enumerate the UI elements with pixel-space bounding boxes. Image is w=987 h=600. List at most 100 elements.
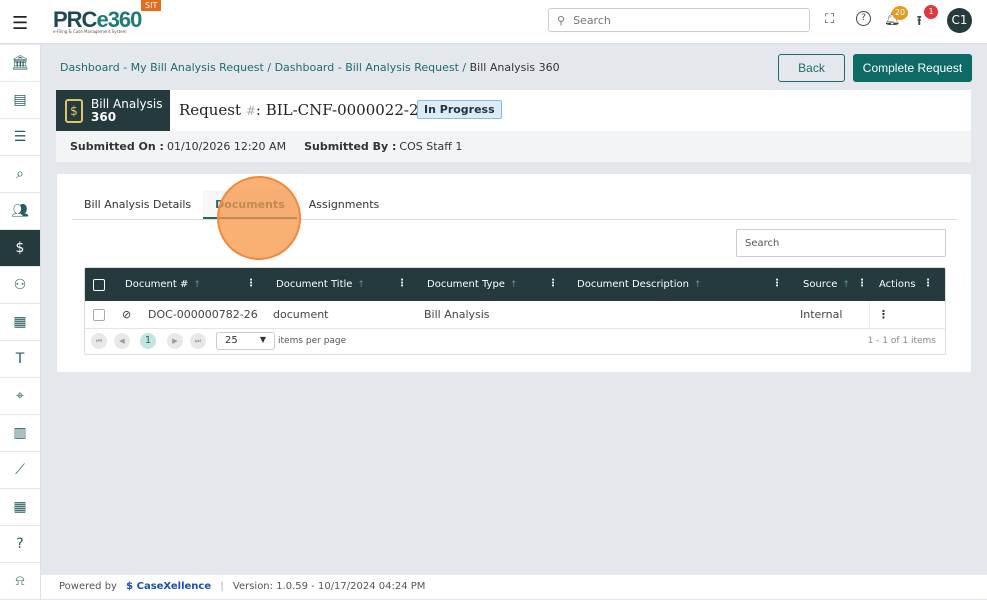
col-document-no[interactable]: Document # ↑ — [125, 268, 201, 301]
col-actions: Actions — [879, 268, 916, 301]
logo-tagline: e-Filing & Case Management System — [53, 29, 127, 34]
cell-document-type: Bill Analysis — [424, 308, 490, 321]
users-icon[interactable]: 👥︎ — [0, 193, 40, 230]
breadcrumb-current: Bill Analysis 360 — [469, 61, 560, 74]
col-label: Document Title — [276, 279, 353, 290]
bank-icon[interactable]: 🏛︎ — [0, 45, 40, 82]
menu-icon[interactable]: ☰ — [12, 13, 28, 34]
module-number: 360 — [91, 109, 117, 124]
sort-arrow-icon: ↑ — [842, 279, 850, 290]
bill-document-icon[interactable]: $ — [0, 230, 40, 267]
text-box-icon[interactable]: T — [0, 341, 40, 378]
alarm-icon[interactable]: ⍾ — [0, 563, 40, 600]
chevron-down-icon: ▼ — [259, 335, 266, 344]
help-doc-icon[interactable]: ? — [0, 526, 40, 563]
submitted-on-label: Submitted On : — [70, 140, 164, 153]
page-size-value: 25 — [225, 335, 238, 346]
module-badge: $ Bill Analysis 360 — [56, 90, 170, 131]
version-text: Version: 1.0.59 - 10/17/2024 04:24 PM — [232, 581, 426, 592]
document-icon[interactable]: ▤ — [0, 82, 40, 119]
chart-icon[interactable]: ⟋ — [0, 452, 40, 489]
prev-page-icon[interactable]: ◀ — [114, 333, 130, 349]
breadcrumb-my-bill-analysis[interactable]: Dashboard - My Bill Analysis Request — [60, 61, 264, 74]
pager: ⏮ ◀ 1 ▶ ⏭ 25 ▼ items per page 1 - 1 of 1 … — [85, 329, 945, 354]
first-page-icon[interactable]: ⏮ — [91, 333, 107, 349]
sort-arrow-icon: ↑ — [509, 279, 518, 290]
request-label: Request — [179, 101, 246, 119]
tab-bill-analysis-details[interactable]: Bill Analysis Details — [72, 190, 203, 219]
status-badge: In Progress — [417, 100, 502, 119]
fullscreen-icon[interactable]: ⛶ — [825, 12, 834, 27]
grid-header: Document # ↑ ⋮ Document Title ↑ ⋮ Document… — [85, 268, 945, 301]
tab-assignments[interactable]: Assignments — [297, 190, 392, 219]
col-source[interactable]: Source ↑ — [803, 268, 850, 301]
col-label: Actions — [879, 279, 916, 290]
column-menu-icon[interactable]: ⋮ — [397, 278, 407, 289]
submitted-by-value: COS Staff 1 — [399, 140, 463, 153]
footer: Powered by $ CaseXellence | Version: 1.0… — [41, 575, 987, 599]
sidebar: 🏛︎ ▤ ☰ ⌕ 👥︎ $ ⚇ ▦ T ⌖ ▥ ⟋ ▦ ? ⍾ — [0, 45, 41, 600]
document-search-icon[interactable]: ⌕ — [0, 156, 40, 193]
col-label: Document Description — [577, 279, 689, 290]
book-icon[interactable]: ▥ — [0, 415, 40, 452]
col-document-type[interactable]: Document Type ↑ — [427, 268, 518, 301]
complete-request-button[interactable]: Complete Request — [853, 54, 972, 82]
search-icon: ⚲ — [557, 13, 566, 27]
page-button[interactable]: 1 — [140, 333, 156, 349]
brand-name: CaseXellence — [136, 581, 212, 592]
breadcrumb-sep: / — [263, 61, 275, 74]
col-document-title[interactable]: Document Title ↑ — [276, 268, 365, 301]
col-label: Source — [803, 279, 838, 290]
row-actions-menu-icon[interactable]: ⋮ — [869, 301, 945, 328]
message-icon[interactable]: ☰ — [0, 119, 40, 156]
submission-info: Submitted On :01/10/2026 12:20 AM Submit… — [56, 131, 971, 162]
documents-grid: Document # ↑ ⋮ Document Title ↑ ⋮ Document… — [84, 267, 946, 355]
cell-document-no[interactable]: DOC-000000782-26 — [148, 301, 258, 328]
request-title: Request #: BIL-CNF-0000022-26 — [179, 101, 428, 119]
breadcrumb-sep: / — [458, 61, 470, 74]
sort-arrow-icon: ↑ — [193, 279, 201, 290]
column-menu-icon[interactable]: ⋮ — [857, 278, 867, 289]
global-search-input[interactable]: ⚲ Search — [548, 8, 810, 32]
items-per-page-label: items per page — [278, 336, 347, 346]
cell-source: Internal — [800, 308, 843, 321]
calendar-icon[interactable]: ▦ — [0, 489, 40, 526]
col-label: Document Type — [427, 279, 505, 290]
submitted-by-label: Submitted By : — [304, 140, 397, 153]
column-menu-icon[interactable]: ⋮ — [548, 278, 558, 289]
tab-bar: Bill Analysis Details Documents Assignme… — [72, 190, 957, 220]
row-checkbox[interactable] — [93, 308, 105, 321]
pager-summary: 1 - 1 of 1 items — [867, 336, 936, 346]
table-row[interactable]: ⊘ DOC-000000782-26 document Bill Analysi… — [85, 301, 945, 329]
documents-panel: Bill Analysis Details Documents Assignme… — [57, 174, 971, 372]
last-page-icon[interactable]: ⏭ — [190, 333, 206, 349]
grid-search-input[interactable]: Search — [736, 229, 946, 257]
back-button[interactable]: Back — [778, 54, 845, 82]
building-icon[interactable]: ▦ — [0, 304, 40, 341]
help-icon[interactable]: ? — [856, 11, 871, 26]
scan-search-icon[interactable]: ⌖ — [0, 378, 40, 415]
column-menu-icon[interactable]: ⋮ — [923, 278, 933, 289]
module-name: Bill Analysis — [91, 96, 163, 111]
org-chart-icon[interactable]: ⚇ — [0, 267, 40, 304]
tab-documents[interactable]: Documents — [203, 190, 297, 219]
column-menu-icon[interactable]: ⋮ — [246, 278, 256, 289]
col-document-description[interactable]: Document Description ↑ — [577, 268, 702, 301]
select-all-checkbox[interactable] — [93, 278, 105, 291]
cell-document-title: document — [273, 308, 329, 321]
next-page-icon[interactable]: ▶ — [167, 333, 183, 349]
avatar[interactable]: C1 — [947, 8, 972, 33]
col-label: Document # — [125, 279, 189, 290]
column-menu-icon[interactable]: ⋮ — [772, 278, 782, 289]
footer-separator: | — [220, 581, 224, 592]
brand-logo: $ CaseXellence — [126, 581, 212, 592]
request-hash: # — [245, 104, 256, 118]
page-size-select[interactable]: 25 ▼ — [216, 332, 275, 350]
upload-icon[interactable]: ⭱ — [917, 12, 922, 34]
breadcrumb-bill-analysis[interactable]: Dashboard - Bill Analysis Request — [275, 61, 459, 74]
upload-badge: 1 — [924, 5, 938, 19]
top-bar: ☰ PRCe360 e-Filing & Case Management Sys… — [0, 0, 987, 44]
request-id: : BIL-CNF-0000022-26 — [255, 101, 429, 119]
submitted-on-value: 01/10/2026 12:20 AM — [166, 140, 287, 153]
visibility-off-icon[interactable]: ⊘ — [122, 301, 131, 328]
